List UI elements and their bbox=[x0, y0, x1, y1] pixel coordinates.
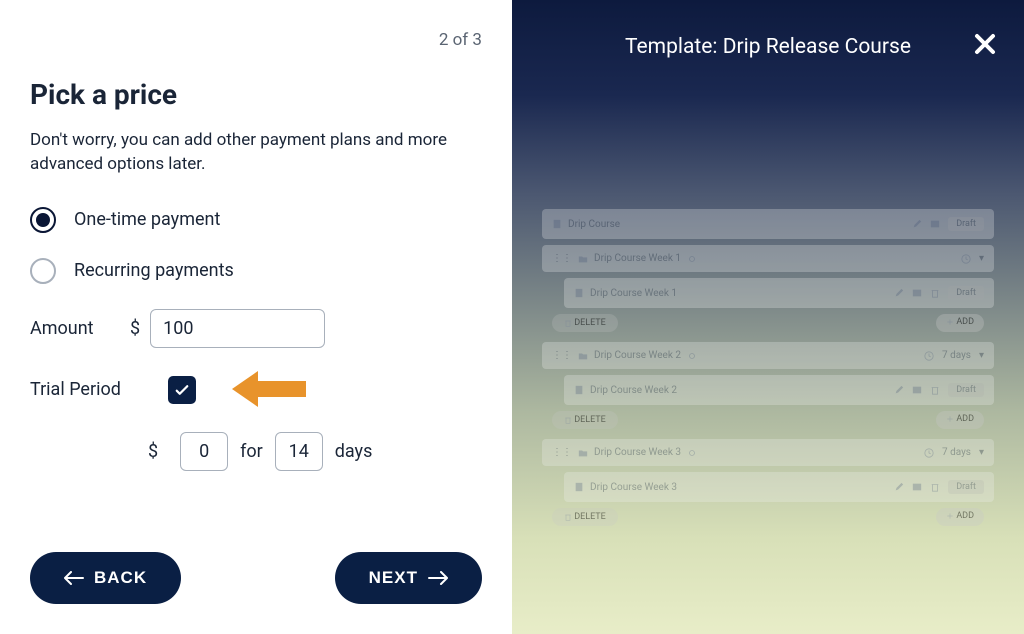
document-icon bbox=[574, 385, 584, 395]
link-icon bbox=[687, 351, 697, 361]
link-icon bbox=[687, 254, 697, 264]
document-icon bbox=[552, 219, 562, 229]
item-label: Drip Course Week 1 bbox=[590, 288, 677, 299]
page-title: Pick a price bbox=[30, 78, 482, 111]
trial-price-input[interactable] bbox=[180, 432, 228, 471]
timer-text: 7 days bbox=[942, 350, 971, 361]
arrow-right-icon bbox=[428, 571, 448, 585]
page-subtitle: Don't worry, you can add other payment p… bbox=[30, 129, 482, 177]
preview-icon bbox=[912, 288, 922, 298]
next-label: NEXT bbox=[369, 568, 418, 588]
back-button[interactable]: BACK bbox=[30, 552, 181, 604]
radio-unselected-icon bbox=[30, 258, 56, 284]
close-button[interactable] bbox=[974, 28, 996, 63]
back-label: BACK bbox=[94, 568, 147, 588]
trash-icon bbox=[930, 385, 940, 395]
clock-icon bbox=[924, 448, 934, 458]
folder-icon bbox=[578, 254, 588, 264]
trial-checkbox[interactable] bbox=[168, 376, 196, 404]
preview-icon bbox=[930, 219, 940, 229]
trash-icon bbox=[564, 416, 572, 424]
item-label: Drip Course Week 3 bbox=[590, 482, 677, 493]
pencil-icon bbox=[894, 288, 904, 298]
onetime-label: One-time payment bbox=[74, 209, 220, 230]
delete-button-mini[interactable]: DELETE bbox=[552, 508, 618, 526]
pencil-icon bbox=[912, 219, 922, 229]
folder-icon bbox=[578, 448, 588, 458]
course-preview-list: Drip Course Draft ⋮⋮ Drip Course Week 1 … bbox=[542, 209, 994, 526]
check-icon bbox=[173, 381, 191, 399]
trash-icon bbox=[930, 288, 940, 298]
status-badge: Draft bbox=[948, 286, 984, 300]
pencil-icon bbox=[894, 482, 904, 492]
clock-icon bbox=[924, 351, 934, 361]
recurring-label: Recurring payments bbox=[74, 260, 234, 281]
delete-button-mini[interactable]: DELETE bbox=[552, 411, 618, 429]
trial-row: Trial Period bbox=[30, 376, 482, 404]
arrow-left-icon bbox=[64, 571, 84, 585]
plus-icon bbox=[946, 318, 954, 326]
list-item: Drip Course Week 1 Draft bbox=[564, 278, 994, 308]
pencil-icon bbox=[894, 385, 904, 395]
preview-icon bbox=[912, 385, 922, 395]
payment-option-recurring[interactable]: Recurring payments bbox=[30, 258, 482, 284]
clock-icon bbox=[961, 254, 971, 264]
trial-label: Trial Period bbox=[30, 379, 130, 400]
arrow-annotation-icon bbox=[230, 361, 310, 421]
add-button-mini[interactable]: ADD bbox=[936, 508, 984, 526]
list-item: Drip Course Week 3 Draft bbox=[564, 472, 994, 502]
preview-icon bbox=[912, 482, 922, 492]
add-button-mini[interactable]: ADD bbox=[936, 314, 984, 332]
currency-symbol: $ bbox=[130, 318, 140, 339]
delete-button-mini[interactable]: DELETE bbox=[552, 314, 618, 332]
trial-for-text: for bbox=[240, 441, 263, 462]
status-badge: Draft bbox=[948, 383, 984, 397]
status-badge: Draft bbox=[948, 480, 984, 494]
list-item: ⋮⋮ Drip Course Week 1 ▾ bbox=[542, 245, 994, 272]
payment-option-onetime[interactable]: One-time payment bbox=[30, 207, 482, 233]
item-label: Drip Course Week 2 bbox=[590, 385, 677, 396]
add-button-mini[interactable]: ADD bbox=[936, 411, 984, 429]
amount-row: Amount $ bbox=[30, 309, 482, 348]
drag-icon: ⋮⋮ bbox=[552, 253, 572, 264]
chevron-down-icon: ▾ bbox=[979, 253, 984, 264]
close-icon bbox=[974, 33, 996, 55]
item-label: Drip Course Week 3 bbox=[594, 447, 681, 458]
document-icon bbox=[574, 288, 584, 298]
timer-text: 7 days bbox=[942, 447, 971, 458]
amount-input[interactable] bbox=[150, 309, 325, 348]
trial-days-input[interactable] bbox=[275, 432, 323, 471]
item-label: Drip Course Week 1 bbox=[594, 253, 681, 264]
chevron-down-icon: ▾ bbox=[979, 350, 984, 361]
link-icon bbox=[687, 448, 697, 458]
drag-icon: ⋮⋮ bbox=[552, 350, 572, 361]
item-label: Drip Course bbox=[568, 219, 620, 230]
template-title: Template: Drip Release Course bbox=[542, 35, 994, 59]
trash-icon bbox=[564, 319, 572, 327]
step-indicator: 2 of 3 bbox=[30, 30, 482, 50]
trash-icon bbox=[930, 482, 940, 492]
document-icon bbox=[574, 482, 584, 492]
list-item: ⋮⋮ Drip Course Week 3 7 days ▾ bbox=[542, 439, 994, 466]
plus-icon bbox=[946, 415, 954, 423]
list-item: Drip Course Week 2 Draft bbox=[564, 375, 994, 405]
trash-icon bbox=[564, 513, 572, 521]
status-badge: Draft bbox=[948, 217, 984, 231]
list-item: ⋮⋮ Drip Course Week 2 7 days ▾ bbox=[542, 342, 994, 369]
drag-icon: ⋮⋮ bbox=[552, 447, 572, 458]
list-item: Drip Course Draft bbox=[542, 209, 994, 239]
plus-icon bbox=[946, 512, 954, 520]
amount-label: Amount bbox=[30, 318, 130, 339]
folder-icon bbox=[578, 351, 588, 361]
chevron-down-icon: ▾ bbox=[979, 447, 984, 458]
next-button[interactable]: NEXT bbox=[335, 552, 482, 604]
trial-days-label: days bbox=[335, 441, 373, 462]
trial-currency: $ bbox=[148, 441, 158, 462]
radio-selected-icon bbox=[30, 207, 56, 233]
trial-inputs-row: $ for days bbox=[148, 432, 482, 471]
item-label: Drip Course Week 2 bbox=[594, 350, 681, 361]
